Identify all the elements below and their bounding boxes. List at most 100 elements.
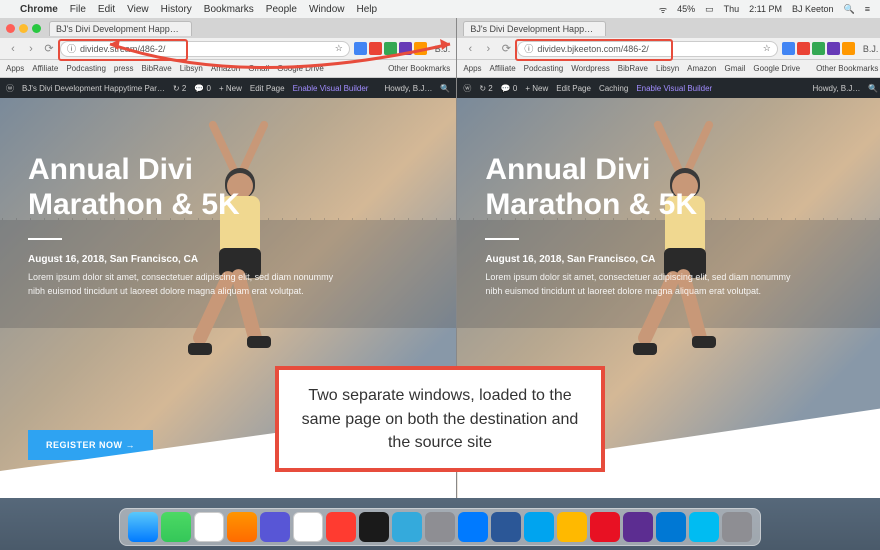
bm-item[interactable]: Amazon <box>211 64 240 73</box>
bm-item[interactable]: Google Drive <box>753 64 800 73</box>
menu-history[interactable]: History <box>161 4 192 15</box>
browser-tab[interactable]: BJ's Divi Development Happ… <box>463 21 606 36</box>
ext-icon[interactable] <box>842 42 855 55</box>
bm-item[interactable]: Libsyn <box>180 64 203 73</box>
dock-app-icon[interactable] <box>194 512 224 542</box>
star-icon[interactable]: ☆ <box>763 43 771 54</box>
wp-new[interactable]: + New <box>219 84 242 93</box>
dock-app-icon[interactable] <box>689 512 719 542</box>
minimize-icon[interactable] <box>19 24 28 33</box>
bm-item[interactable]: Gmail <box>725 64 746 73</box>
battery-icon: ▭ <box>705 4 714 15</box>
wp-edit[interactable]: Edit Page <box>556 84 591 93</box>
wp-edit[interactable]: Edit Page <box>250 84 285 93</box>
close-icon[interactable] <box>6 24 15 33</box>
bm-item[interactable]: Gmail <box>248 64 269 73</box>
dock-finder-icon[interactable] <box>128 512 158 542</box>
dock-app-icon[interactable] <box>656 512 686 542</box>
bm-item[interactable]: Affiliate <box>32 64 58 73</box>
wp-comments[interactable]: 💬 0 <box>194 84 211 93</box>
clock-day: Thu <box>724 4 740 14</box>
bm-apps[interactable]: Apps <box>6 64 24 73</box>
search-icon[interactable]: 🔍 <box>440 84 450 93</box>
dock-app-icon[interactable] <box>326 512 356 542</box>
dock-photoshop-icon[interactable] <box>491 512 521 542</box>
menu-people[interactable]: People <box>266 4 297 15</box>
menu-bookmarks[interactable]: Bookmarks <box>204 4 254 15</box>
wp-updates[interactable]: ↻ 2 <box>173 84 186 93</box>
ext-icon[interactable] <box>782 42 795 55</box>
wp-vb[interactable]: Enable Visual Builder <box>636 84 712 93</box>
dock-app-icon[interactable] <box>425 512 455 542</box>
bm-item[interactable]: BibRave <box>141 64 171 73</box>
menu-file[interactable]: File <box>70 4 86 15</box>
dock-trash-icon[interactable] <box>722 512 752 542</box>
menu-view[interactable]: View <box>127 4 149 15</box>
spotlight-icon[interactable]: 🔍 <box>844 4 855 15</box>
menubar-app[interactable]: Chrome <box>20 4 58 15</box>
dock-app-icon[interactable] <box>227 512 257 542</box>
bm-item[interactable]: Podcasting <box>524 64 564 73</box>
dock-app-icon[interactable] <box>359 512 389 542</box>
back-button[interactable]: ‹ <box>6 42 20 56</box>
hero-desc: Lorem ipsum dolor sit amet, consectetuer… <box>28 271 348 298</box>
ext-icon[interactable] <box>354 42 367 55</box>
dock-app-icon[interactable] <box>557 512 587 542</box>
dock-app-icon[interactable] <box>590 512 620 542</box>
ext-icon[interactable] <box>797 42 810 55</box>
bm-apps[interactable]: Apps <box>463 64 481 73</box>
ext-icon[interactable] <box>414 42 427 55</box>
wp-howdy[interactable]: Howdy, B.J… <box>384 84 432 93</box>
back-button[interactable]: ‹ <box>463 42 477 56</box>
bm-item[interactable]: Libsyn <box>656 64 679 73</box>
forward-button[interactable]: › <box>24 42 38 56</box>
wp-updates[interactable]: ↻ 2 <box>479 84 492 93</box>
user-name[interactable]: BJ Keeton <box>792 4 834 14</box>
bm-item[interactable]: Wordpress <box>571 64 610 73</box>
bm-other[interactable]: Other Bookmarks <box>816 64 878 73</box>
ext-icon[interactable] <box>399 42 412 55</box>
wp-new[interactable]: + New <box>525 84 548 93</box>
bm-other[interactable]: Other Bookmarks <box>388 64 450 73</box>
ext-icon[interactable] <box>812 42 825 55</box>
zoom-icon[interactable] <box>32 24 41 33</box>
user-badge[interactable]: B.J. <box>435 44 451 54</box>
wp-site[interactable]: BJ's Divi Development Happytime Par… <box>22 84 165 93</box>
dock-premiere-icon[interactable] <box>623 512 653 542</box>
bm-item[interactable]: Amazon <box>687 64 716 73</box>
url-field[interactable]: ⓘ dividev.bjkeeton.com/486-2/ ☆ <box>517 41 778 57</box>
dock-messages-icon[interactable] <box>161 512 191 542</box>
dock-app-icon[interactable] <box>260 512 290 542</box>
bm-item[interactable]: Podcasting <box>66 64 106 73</box>
bm-item[interactable]: Affiliate <box>490 64 516 73</box>
forward-button[interactable]: › <box>481 42 495 56</box>
menu-window[interactable]: Window <box>309 4 345 15</box>
wp-comments[interactable]: 💬 0 <box>501 84 518 93</box>
wp-caching[interactable]: Caching <box>599 84 628 93</box>
menu-edit[interactable]: Edit <box>98 4 115 15</box>
bm-item[interactable]: press <box>114 64 134 73</box>
notif-icon[interactable]: ≡ <box>865 4 870 14</box>
star-icon[interactable]: ☆ <box>335 43 343 54</box>
dock-app-icon[interactable] <box>458 512 488 542</box>
dock-app-icon[interactable] <box>524 512 554 542</box>
wifi-icon[interactable]: ᯤ <box>659 3 667 16</box>
search-icon[interactable]: 🔍 <box>868 84 878 93</box>
wp-howdy[interactable]: Howdy, B.J… <box>812 84 860 93</box>
ext-icon[interactable] <box>384 42 397 55</box>
ext-icon[interactable] <box>369 42 382 55</box>
dock-app-icon[interactable] <box>293 512 323 542</box>
dock-app-icon[interactable] <box>392 512 422 542</box>
reload-button[interactable]: ⟳ <box>499 42 513 56</box>
menu-help[interactable]: Help <box>357 4 378 15</box>
wp-logo-icon[interactable]: ⓦ <box>463 83 471 94</box>
user-badge[interactable]: B.J. <box>863 44 879 54</box>
bm-item[interactable]: Google Drive <box>277 64 324 73</box>
reload-button[interactable]: ⟳ <box>42 42 56 56</box>
url-field[interactable]: ⓘ dividev.stream/486-2/ ☆ <box>60 41 350 57</box>
wp-logo-icon[interactable]: ⓦ <box>6 83 14 94</box>
bm-item[interactable]: BibRave <box>618 64 648 73</box>
wp-vb[interactable]: Enable Visual Builder <box>293 84 369 93</box>
browser-tab[interactable]: BJ's Divi Development Happ… <box>49 21 192 36</box>
ext-icon[interactable] <box>827 42 840 55</box>
